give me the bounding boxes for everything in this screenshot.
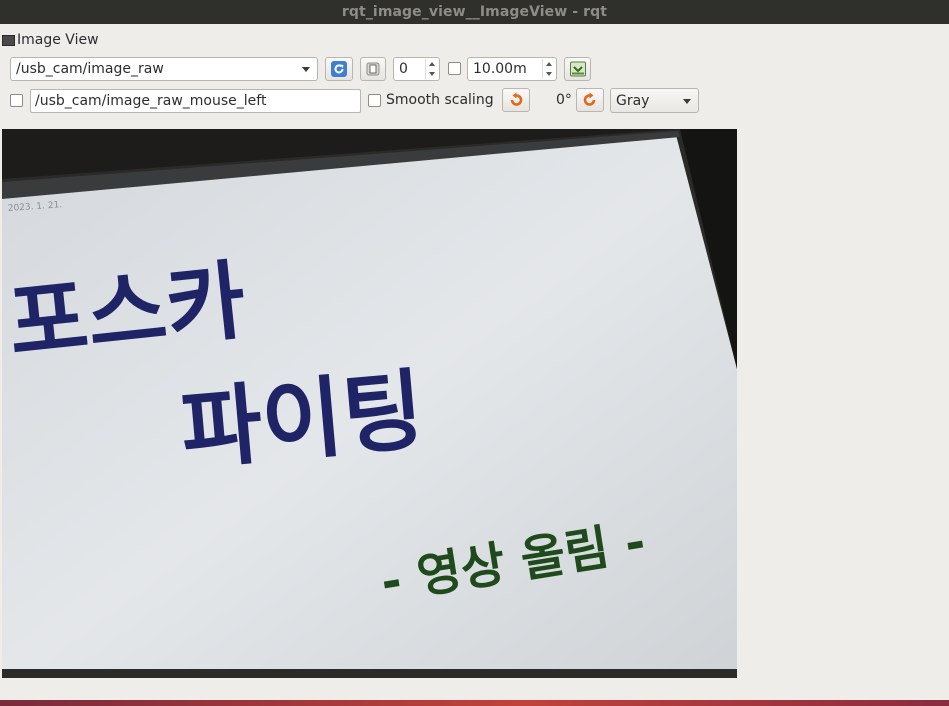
color-scheme-combobox[interactable]: Gray [610,88,699,113]
rotation-value: 0° [556,92,572,108]
spin-up-icon[interactable] [546,62,552,66]
dock-float-icon[interactable] [2,34,15,46]
mouse-topic-value: /usb_cam/image_raw_mouse_left [35,93,267,109]
spin-up-icon[interactable] [429,62,435,66]
smooth-scaling-label: Smooth scaling [386,92,494,108]
chevron-down-icon [683,98,691,104]
window-title: rqt_image_view__ImageView - rqt [341,4,608,20]
zoom-fit-icon [366,62,380,76]
topic-combobox[interactable]: /usb_cam/image_raw [10,57,318,81]
camera-image: 2023. 1. 21. 포스카 파이팅 - 영상 올림 - [2,129,737,678]
dock-header: Image View [2,31,99,49]
rotate-right-button[interactable] [576,88,604,112]
zoom-spinbox[interactable]: 0 [393,57,440,81]
rotate-right-icon [583,92,596,106]
zoom-value: 0 [399,61,408,77]
window-titlebar: rqt_image_view__ImageView - rqt [0,0,949,24]
smooth-scaling-checkbox[interactable] [368,94,381,107]
refresh-icon [331,61,347,77]
publish-mouse-checkbox[interactable] [10,94,23,107]
handwritten-line-2: 파이팅 [177,358,428,482]
spin-down-icon[interactable] [546,72,552,76]
zoom-fit-button[interactable] [360,57,386,81]
spin-down-icon[interactable] [429,72,435,76]
chevron-down-icon [302,67,310,72]
save-image-icon [569,61,586,77]
mouse-topic-input[interactable]: /usb_cam/image_raw_mouse_left [30,89,361,113]
color-scheme-value: Gray [616,92,650,109]
dock-title: Image View [17,32,99,48]
dynamic-range-checkbox[interactable] [448,62,461,75]
rotate-left-button[interactable] [502,88,530,112]
camera-image-view[interactable]: 2023. 1. 21. 포스카 파이팅 - 영상 올림 - [2,129,737,678]
rotate-left-icon [510,92,523,106]
refresh-topics-button[interactable] [325,57,353,81]
max-range-spinbox[interactable]: 10.00m [467,57,557,81]
save-image-button[interactable] [564,57,591,81]
max-range-value: 10.00m [473,61,527,77]
desktop-background-strip [0,700,949,706]
topic-value: /usb_cam/image_raw [16,61,164,77]
